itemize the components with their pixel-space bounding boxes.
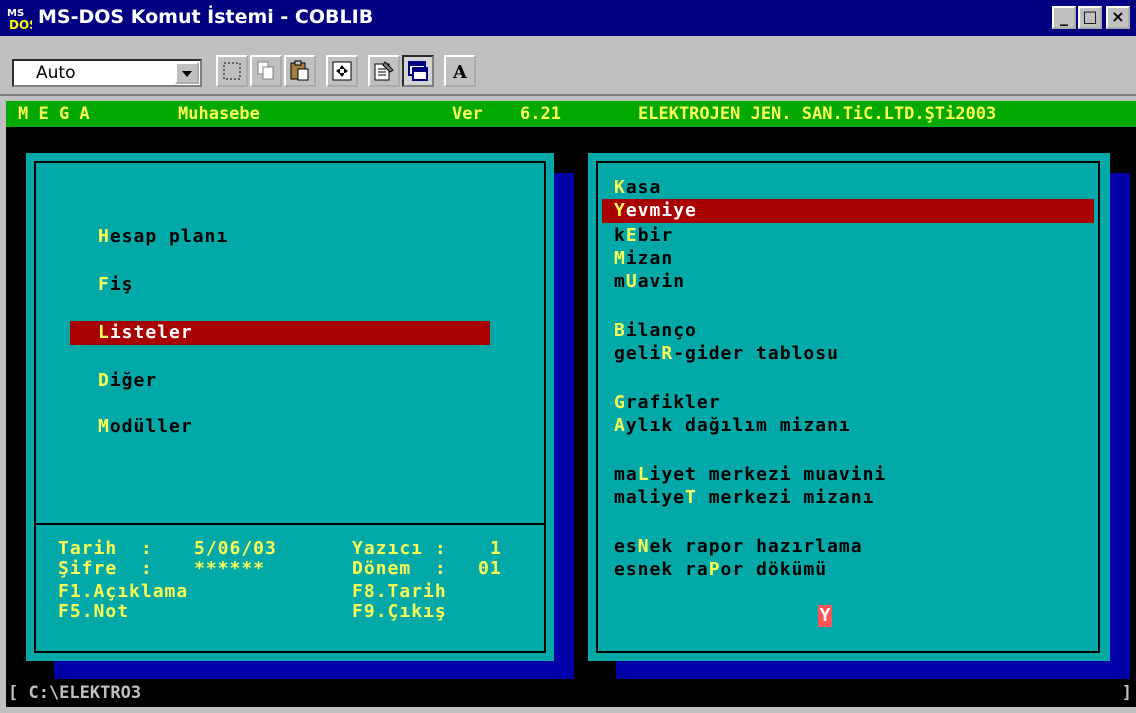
sub-item-esnek-rapor-hazirlama[interactable]: esNek rapor hazırlama xyxy=(614,536,863,557)
svg-text:DOS: DOS xyxy=(9,18,32,31)
sub-item-bilanco[interactable]: Bilanço xyxy=(614,320,697,341)
maximize-button[interactable]: □ xyxy=(1078,6,1102,29)
menu-item-listeler[interactable]: Listeler xyxy=(70,321,490,345)
close-button[interactable]: × xyxy=(1106,6,1130,29)
status-bar: [ C:\ELEKTRO3 ] xyxy=(6,679,1136,707)
font-size-select[interactable]: Auto xyxy=(12,59,202,87)
sub-item-kasa[interactable]: Kasa xyxy=(614,177,661,198)
font-button[interactable]: A xyxy=(444,55,476,87)
properties-button[interactable] xyxy=(368,55,400,87)
menu-item-moduller[interactable]: Modüller xyxy=(98,416,193,437)
company-name: ELEKTROJEN JEN. SAN.TiC.LTD.ŞTi2003 xyxy=(638,104,997,124)
sub-item-gelir-gider[interactable]: geliR-gider tablosu xyxy=(614,343,839,364)
menu-item-fis[interactable]: Fiş xyxy=(98,274,134,295)
f5-note-shortcut[interactable]: F5.Not xyxy=(58,601,129,622)
menu-item-diger[interactable]: Diğer xyxy=(98,370,157,391)
sub-item-grafikler[interactable]: Grafikler xyxy=(614,392,721,413)
sub-item-yevmiye[interactable]: Yevmiye xyxy=(602,199,1094,223)
version-label: Ver xyxy=(452,104,483,124)
paste-icon xyxy=(290,60,309,81)
minimize-icon: _ xyxy=(1060,7,1068,26)
background-button[interactable] xyxy=(402,55,434,87)
maximize-icon: □ xyxy=(1082,7,1098,26)
sub-item-mizan[interactable]: Mizan xyxy=(614,248,673,269)
properties-icon xyxy=(374,61,394,81)
sub-item-aylik-dagilim[interactable]: Aylık dağılım mizanı xyxy=(614,415,851,436)
password-value: ****** xyxy=(194,558,266,579)
dos-screen[interactable]: M E G A Muhasebe Ver 6.21 ELEKTROJEN JEN… xyxy=(6,101,1136,707)
title-bar[interactable]: MS DOS MS-DOS Komut İstemi - COBLIB _ □ … xyxy=(0,0,1136,36)
input-cursor[interactable]: Y xyxy=(818,605,832,627)
minimize-button[interactable]: _ xyxy=(1052,6,1076,29)
mark-button[interactable] xyxy=(216,55,248,87)
status-bracket: ] xyxy=(1121,683,1132,703)
font-icon: A xyxy=(452,62,468,82)
ms-dos-icon[interactable]: MS DOS xyxy=(6,5,38,32)
mark-icon xyxy=(223,62,241,80)
header-bar: M E G A Muhasebe Ver 6.21 ELEKTROJEN JEN… xyxy=(6,101,1136,127)
copy-button[interactable] xyxy=(250,55,282,87)
printer-value: 1 xyxy=(490,538,502,559)
window-title: MS-DOS Komut İstemi - COBLIB xyxy=(38,6,374,28)
svg-text:A: A xyxy=(452,62,468,82)
sub-item-maliyet-mizani[interactable]: maliyeT merkezi mizanı xyxy=(614,487,874,508)
menu-item-hesap-plani[interactable]: Hesap planı xyxy=(98,226,228,247)
date-label: Tarih : xyxy=(58,538,153,559)
f8-date-shortcut[interactable]: F8.Tarih xyxy=(352,581,447,602)
sub-item-muavin[interactable]: mUavin xyxy=(614,271,685,292)
version: 6.21 xyxy=(520,104,561,124)
sub-item-kebir[interactable]: kEbir xyxy=(614,225,673,246)
f1-help-shortcut[interactable]: F1.Açıklama xyxy=(58,581,188,602)
paste-button[interactable] xyxy=(284,55,316,87)
copy-icon xyxy=(257,61,274,80)
date-value: 5/06/03 xyxy=(194,538,277,559)
close-icon: × xyxy=(1111,7,1125,26)
toolbar: Auto A xyxy=(0,36,1136,96)
background-icon xyxy=(408,61,428,81)
fullscreen-button[interactable] xyxy=(326,55,358,87)
brand: M E G A xyxy=(18,104,90,124)
right-panel: Kasa Yevmiye kEbir Mizan mUavin Bilanço … xyxy=(588,153,1110,661)
left-panel: Hesap planı Fiş Listeler Diğer Modüller … xyxy=(26,153,554,661)
period-value: 01 xyxy=(478,558,502,579)
font-size-value: Auto xyxy=(36,63,76,83)
current-path: [ C:\ELEKTRO3 xyxy=(8,683,142,703)
password-label: Şifre : xyxy=(58,558,153,579)
sub-item-esnek-rapor-dokumu[interactable]: esnek raPor dökümü xyxy=(614,559,827,580)
chevron-down-icon[interactable] xyxy=(175,62,199,84)
f9-exit-shortcut[interactable]: F9.Çıkış xyxy=(352,601,447,622)
period-label: Dönem : xyxy=(352,558,447,579)
fullscreen-icon xyxy=(332,61,352,81)
module-name: Muhasebe xyxy=(178,104,260,124)
sub-item-maliyet-muavini[interactable]: maLiyet merkezi muavini xyxy=(614,464,886,485)
printer-label: Yazıcı : xyxy=(352,538,447,559)
